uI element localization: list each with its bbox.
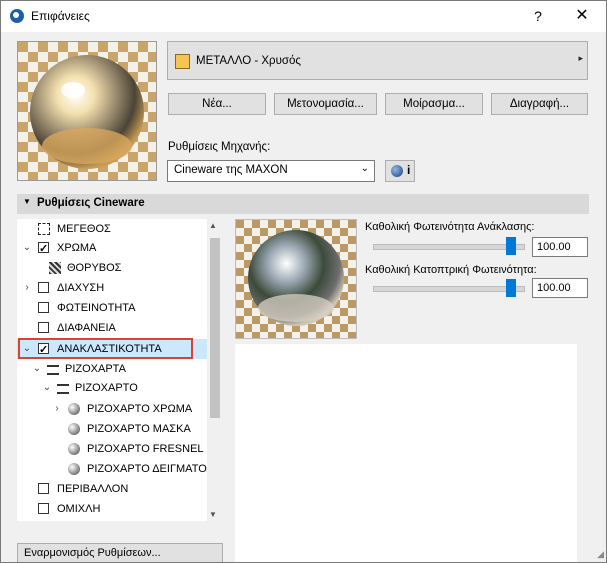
luminance-checkbox[interactable] [38,302,49,313]
tree-item-label: ΡΙΖΟΧΑΡΤΟ [75,382,138,394]
chevron-right-icon[interactable]: › [52,399,62,419]
match-settings-button[interactable]: Εναρμονισμός Ρυθμίσεων... [17,543,223,562]
slider-knob[interactable] [506,237,516,255]
specular-brightness-label: Καθολική Κατοπτρική Φωτεινότητα: [365,264,537,276]
tree-scrollbar[interactable]: ▲ ▼ [207,219,223,521]
new-button[interactable]: Νέα... [168,93,266,115]
tree-item-luminance[interactable]: ΦΩΤΕΙΝΟΤΗΤΑ [17,298,207,318]
info-icon: i [407,163,411,177]
tree-item-label: ΡΙΖΟΧΑΡΤΟ ΜΑΣΚΑ [87,423,191,435]
sphere-icon [68,443,80,455]
rename-button[interactable]: Μετονομασία... [274,93,377,115]
size-icon [38,223,50,235]
surfaces-dialog: Επιφάνειες ? ✕ ΜΕΤΑΛΛΟ - Χρυσός ▸ Νέα...… [0,0,607,563]
tree-item-label: ΜΕΓΕΘΟΣ [57,223,111,235]
tree-item-label: ΠΕΡΙΒΑΛΛΟΝ [57,483,129,495]
title-bar: Επιφάνειες ? ✕ [1,1,606,32]
section-title: Ρυθμίσεις Cineware [37,197,145,209]
tree-item-fog[interactable]: ΟΜΙΧΛΗ [17,499,207,519]
chevron-right-icon[interactable]: › [22,278,32,298]
scroll-down-icon[interactable]: ▼ [209,510,217,519]
diffusion-checkbox[interactable] [38,282,49,293]
scroll-up-icon[interactable]: ▲ [209,221,217,230]
cinema4d-icon [391,165,403,177]
engine-info-button[interactable]: i [385,160,415,182]
specular-brightness-slider[interactable] [373,279,525,297]
channel-tree: ΜΕΓΕΘΟΣ ⌄ ΧΡΩΜΑ ΘΟΡΥΒΟΣ › ΔΙΑΧΥΣΗ ΦΩΤΕΙΝ… [17,219,223,521]
help-button[interactable]: ? [525,4,551,28]
collapse-triangle-icon: ▼ [23,197,31,206]
layer-icon [57,384,69,394]
chevron-down-icon: ⌄ [360,163,369,174]
reflection-brightness-slider[interactable] [373,237,525,255]
sphere-icon [68,463,80,475]
tree-item-color[interactable]: ⌄ ΧΡΩΜΑ [17,238,207,259]
app-icon [10,9,24,23]
tree-item-label: ΡΙΖΟΧΑΡΤΟ FRESNEL [87,443,204,455]
scrollbar-thumb[interactable] [210,238,220,418]
chevron-right-icon: ▸ [578,53,583,63]
reflection-brightness-label: Καθολική Φωτεινότητα Ανάκλασης: [365,221,535,233]
tree-item-layers[interactable]: ⌄ ΡΙΖΟΧΑΡΤΑ [17,359,207,379]
tree-item-label: ΔΙΑΧΥΣΗ [57,282,105,294]
tree-item-label: ΧΡΩΜΑ [57,242,97,254]
tree-item-label: ΟΜΙΧΛΗ [57,503,101,515]
window-title: Επιφάνειες [31,9,90,23]
tree-item-layer-sampling[interactable]: ΡΙΖΟΧΑΡΤΟ ΔΕΙΓΜΑΤΟΛ [17,459,214,479]
chevron-down-icon[interactable]: ⌄ [22,238,32,258]
close-button[interactable]: ✕ [564,4,600,28]
engine-select-value: Cineware της MAXON [174,164,288,176]
slider-knob[interactable] [506,279,516,297]
resize-grip-icon[interactable]: ◢ [597,549,604,560]
tree-item-layer-color[interactable]: › ΡΙΖΟΧΑΡΤΟ ΧΡΩΜΑ [17,399,207,419]
color-checkbox[interactable] [38,239,49,259]
transparency-checkbox[interactable] [38,322,49,333]
tree-item-transparency[interactable]: ΔΙΑΦΑΝΕΙΑ [17,318,207,338]
cineware-settings-header[interactable]: ▼ Ρυθμίσεις Cineware [17,194,589,214]
tree-item-layer-fresnel[interactable]: ΡΙΖΟΧΑΡΤΟ FRESNEL [17,439,207,459]
specular-brightness-input[interactable]: 100.00 [532,278,588,298]
tree-item-layer[interactable]: ⌄ ΡΙΖΟΧΑΡΤΟ [17,378,207,398]
sphere-icon [68,403,80,415]
tree-item-environment[interactable]: ΠΕΡΙΒΑΛΛΟΝ [17,479,207,499]
highlight-box [18,338,193,359]
tree-item-label: ΡΙΖΟΧΑΡΤΑ [65,363,126,375]
engine-settings-label: Ρυθμίσεις Μηχανής: [168,141,271,153]
share-button[interactable]: Μοίρασμα... [385,93,483,115]
tree-item-label: ΡΙΖΟΧΑΡΤΟ ΧΡΩΜΑ [87,403,193,415]
environment-checkbox[interactable] [38,483,49,494]
noise-icon [49,262,61,274]
sphere-icon [68,423,80,435]
tree-item-noise[interactable]: ΘΟΡΥΒΟΣ [17,258,207,278]
tree-item-label: ΡΙΖΟΧΑΡΤΟ ΔΕΙΓΜΑΤΟΛ [87,463,214,475]
engine-select[interactable]: Cineware της MAXON ⌄ [167,160,375,182]
channel-preview [235,219,357,339]
tree-item-label: ΦΩΤΕΙΝΟΤΗΤΑ [57,302,136,314]
material-name: ΜΕΤΑΛΛΟ - Χρυσός [196,55,301,67]
tree-item-label: ΘΟΡΥΒΟΣ [67,262,122,274]
material-preview-large [17,41,157,181]
delete-button[interactable]: Διαγραφή... [491,93,588,115]
layers-icon [47,365,59,375]
material-color-swatch [175,54,190,69]
tree-item-layer-mask[interactable]: ΡΙΖΟΧΑΡΤΟ ΜΑΣΚΑ [17,419,207,439]
chevron-down-icon[interactable]: ⌄ [32,359,42,379]
tree-item-size[interactable]: ΜΕΓΕΘΟΣ [17,219,207,239]
tree-item-diffusion[interactable]: › ΔΙΑΧΥΣΗ [17,278,207,298]
layer-settings-panel [235,344,577,562]
chevron-down-icon[interactable]: ⌄ [42,378,52,398]
reflection-brightness-input[interactable]: 100.00 [532,237,588,257]
tree-item-label: ΔΙΑΦΑΝΕΙΑ [57,322,116,334]
fog-checkbox[interactable] [38,503,49,514]
material-selector[interactable]: ΜΕΤΑΛΛΟ - Χρυσός ▸ [167,41,588,80]
